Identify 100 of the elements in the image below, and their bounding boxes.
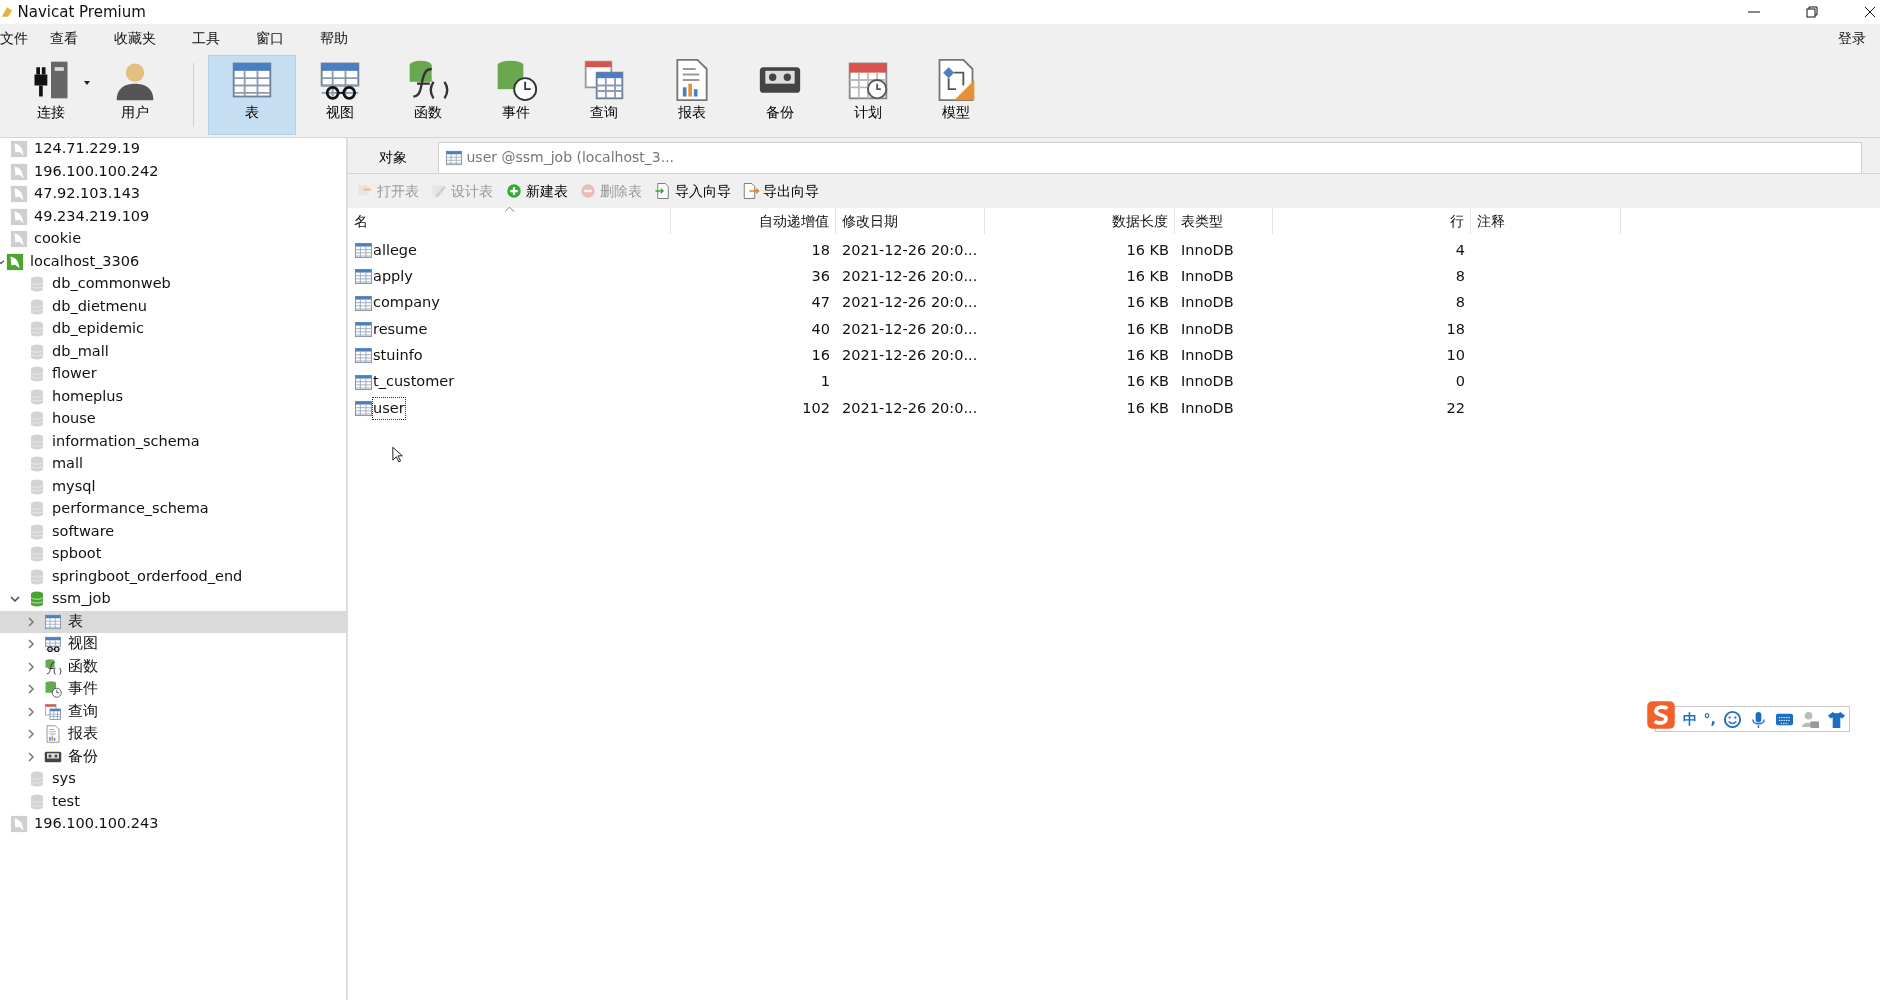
- table-cell: 16 KB: [1126, 373, 1169, 390]
- tree-item[interactable]: mysql: [0, 475, 346, 498]
- tree-item[interactable]: test: [0, 790, 346, 813]
- shirt-icon[interactable]: [1826, 709, 1846, 729]
- menu-item[interactable]: 查看: [50, 27, 78, 49]
- tree-item[interactable]: 报表: [0, 723, 346, 746]
- toolbar-model-button[interactable]: 模型: [912, 54, 1000, 135]
- column-header[interactable]: 修改日期: [842, 210, 898, 232]
- column-header[interactable]: 行: [1450, 210, 1464, 232]
- table-name[interactable]: t_customer: [373, 371, 455, 393]
- table-cell: InnoDB: [1181, 294, 1234, 311]
- table-cell: 102: [802, 399, 830, 416]
- tree-item[interactable]: house: [0, 408, 346, 431]
- tree-item[interactable]: 49.234.219.109: [0, 205, 346, 228]
- menu-item[interactable]: 帮助: [320, 27, 348, 49]
- plus-icon: [504, 182, 523, 200]
- toolbar-schedule-button[interactable]: 计划: [824, 54, 912, 135]
- tree-item[interactable]: homeplus: [0, 385, 346, 408]
- toolbar-query-button[interactable]: 查询: [560, 54, 648, 135]
- table-name[interactable]: user: [373, 397, 405, 420]
- ime-mode-toggle[interactable]: 中: [1682, 708, 1697, 730]
- table-icon: [445, 148, 463, 167]
- tree-item[interactable]: db_mall: [0, 340, 346, 363]
- table-name[interactable]: allege: [373, 239, 417, 262]
- tree-item[interactable]: flower: [0, 363, 346, 386]
- table-icon: [44, 612, 62, 631]
- smiley-icon[interactable]: [1722, 709, 1742, 729]
- tree-item[interactable]: 196.100.100.242: [0, 160, 346, 183]
- tree-item[interactable]: 196.100.100.243: [0, 813, 346, 836]
- tree-item[interactable]: springboot_orderfood_end: [0, 565, 346, 588]
- object-tab[interactable]: 对象: [348, 141, 438, 173]
- menu-item[interactable]: 窗口: [256, 27, 284, 49]
- table-cell: 2021-12-26 20:0...: [842, 294, 978, 311]
- restore-icon[interactable]: [1804, 4, 1820, 20]
- table-cell: 1: [820, 373, 830, 390]
- table-cell: 16 KB: [1126, 399, 1169, 416]
- table-cell: 10: [1446, 346, 1465, 363]
- tree-item[interactable]: 视图: [0, 633, 346, 656]
- table-cell: 2021-12-26 20:0...: [842, 399, 978, 416]
- table-name[interactable]: stuinfo: [373, 344, 423, 367]
- column-header[interactable]: 表类型: [1181, 210, 1223, 232]
- tree-item[interactable]: spboot: [0, 543, 346, 566]
- toolbar-backup-button[interactable]: 备份: [736, 54, 824, 135]
- tree-item[interactable]: mall: [0, 453, 346, 476]
- tree-item[interactable]: db_dietmenu: [0, 295, 346, 318]
- tree-item[interactable]: performance_schema: [0, 498, 346, 521]
- import-table-button[interactable]: 导入向导: [649, 180, 735, 202]
- column-header[interactable]: 数据长度: [1112, 210, 1168, 232]
- column-header[interactable]: 自动递增值: [759, 210, 829, 232]
- table-cell: 36: [811, 268, 830, 285]
- tree-item[interactable]: db_commonweb: [0, 273, 346, 296]
- column-header[interactable]: 注释: [1477, 210, 1505, 232]
- tree-item[interactable]: 事件: [0, 678, 346, 701]
- column-header[interactable]: 名: [354, 210, 368, 232]
- table-icon: [354, 346, 373, 366]
- login-link[interactable]: 登录: [1838, 27, 1866, 49]
- toolbar-report-button[interactable]: 报表: [648, 54, 736, 135]
- table-name[interactable]: resume: [373, 318, 428, 341]
- mouse-cursor-icon: [392, 445, 404, 464]
- tree-item[interactable]: 查询: [0, 700, 346, 723]
- toolbar-event-button[interactable]: 事件: [472, 54, 560, 135]
- tree-item[interactable]: software: [0, 520, 346, 543]
- table-cell: InnoDB: [1181, 241, 1234, 258]
- menu-item[interactable]: 收藏夹: [114, 27, 156, 49]
- document-arrow-icon: [653, 182, 672, 200]
- menu-item[interactable]: 工具: [192, 27, 220, 49]
- table-name[interactable]: apply: [373, 266, 413, 288]
- tree-item[interactable]: 124.71.229.19: [0, 138, 346, 161]
- tree-item[interactable]: sys: [0, 768, 346, 791]
- export-table-button[interactable]: 导出向导: [738, 180, 823, 202]
- new-table-button[interactable]: 新建表: [500, 180, 572, 202]
- table-cell: 16 KB: [1126, 268, 1169, 285]
- toolbar-function-button[interactable]: 函数: [384, 54, 472, 135]
- user-badge-icon[interactable]: [1800, 709, 1820, 729]
- table-pencil-icon: [430, 182, 448, 200]
- table-tab[interactable]: user @ssm_job (localhost_3...: [438, 141, 1862, 173]
- tree-item[interactable]: information_schema: [0, 430, 346, 453]
- report-icon: [44, 725, 62, 744]
- toolbar-view-button[interactable]: 视图: [296, 54, 384, 135]
- table-cell: 16 KB: [1126, 241, 1169, 258]
- punctuation-toggle[interactable]: °,: [1703, 708, 1716, 730]
- database-clock-icon: [44, 680, 62, 699]
- tree-item[interactable]: localhost_3306: [0, 250, 346, 273]
- tree-item[interactable]: 47.92.103.143: [0, 183, 346, 206]
- table-cell: 22: [1446, 399, 1465, 416]
- table-cell: 18: [1446, 320, 1465, 337]
- close-icon[interactable]: [1862, 4, 1878, 20]
- tree-item[interactable]: 函数: [0, 655, 346, 678]
- tree-item[interactable]: 备份: [0, 745, 346, 768]
- tree-item[interactable]: ssm_job: [0, 588, 346, 611]
- toolbar-table-button[interactable]: 表: [208, 54, 296, 135]
- table-cell: InnoDB: [1181, 346, 1234, 363]
- tree-item[interactable]: cookie: [0, 228, 346, 251]
- table-cell: 8: [1455, 268, 1465, 285]
- tree-item[interactable]: db_epidemic: [0, 318, 346, 341]
- table-cell: 40: [811, 320, 830, 337]
- table-cell: InnoDB: [1181, 373, 1234, 390]
- table-name[interactable]: company: [373, 292, 440, 315]
- tree-item[interactable]: 表: [0, 610, 346, 633]
- menu-item[interactable]: 文件: [0, 27, 28, 49]
